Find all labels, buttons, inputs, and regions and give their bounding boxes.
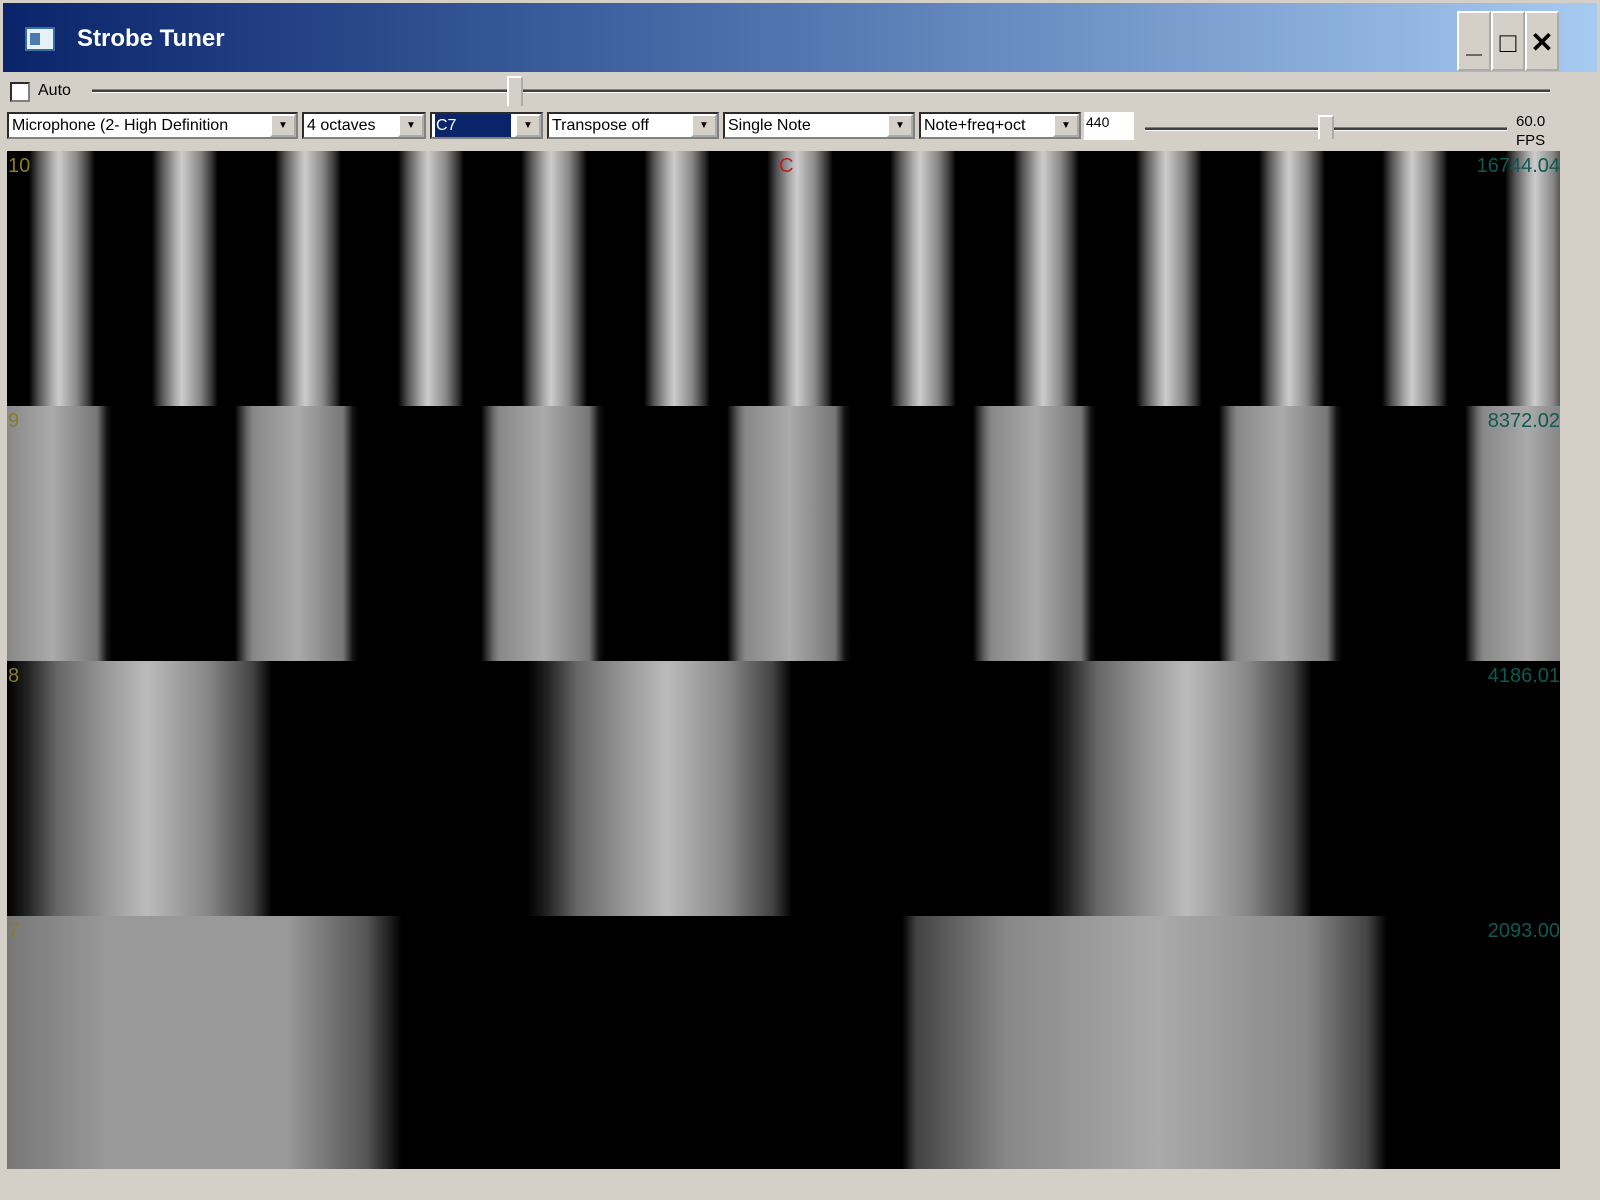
range-value: 4 octaves <box>307 117 376 134</box>
octave-label: 9 <box>8 410 20 432</box>
chevron-down-icon[interactable]: ▼ <box>270 114 296 137</box>
window-title: Strobe Tuner <box>77 25 225 52</box>
chevron-down-icon[interactable]: ▼ <box>515 114 541 137</box>
chevron-down-icon[interactable]: ▼ <box>398 114 424 137</box>
reference-input[interactable]: 440 <box>1084 112 1134 140</box>
strobe-band: 8 4186.01 <box>7 661 1560 916</box>
octave-label: 8 <box>8 665 20 687</box>
mode-value: Single Note <box>728 117 811 134</box>
device-value: Microphone (2- High Definition <box>12 117 229 134</box>
frequency-label: 4186.01 <box>1487 665 1560 687</box>
strobe-band: 7 2093.00 <box>7 916 1560 1169</box>
device-select[interactable]: Microphone (2- High Definition ▼ <box>7 112 298 139</box>
chevron-down-icon[interactable]: ▼ <box>887 114 913 137</box>
note-select[interactable]: C7 ▼ <box>430 112 543 139</box>
chevron-down-icon[interactable]: ▼ <box>691 114 717 137</box>
frequency-label: 16744.04 <box>1476 155 1560 177</box>
frequency-label: 2093.00 <box>1487 920 1560 942</box>
level-slider-track[interactable] <box>92 89 1550 93</box>
display-select[interactable]: Note+freq+oct ▼ <box>919 112 1081 139</box>
level-slider-thumb[interactable] <box>507 76 523 115</box>
fps-slider-thumb[interactable] <box>1318 115 1334 148</box>
minimize-button[interactable]: _ <box>1457 11 1491 71</box>
transpose-value: Transpose off <box>552 117 649 134</box>
note-label: C <box>779 155 794 177</box>
octave-label: 10 <box>8 155 31 177</box>
frequency-label: 8372.02 <box>1487 410 1560 432</box>
fps-unit: FPS <box>1516 132 1546 149</box>
mode-select[interactable]: Single Note ▼ <box>723 112 915 139</box>
fps-readout: 60.0 FPS <box>1516 112 1545 150</box>
strobe-band: 9 8372.02 <box>7 406 1560 661</box>
chevron-down-icon[interactable]: ▼ <box>1053 114 1079 137</box>
maximize-button[interactable]: □ <box>1491 11 1525 71</box>
title-bar: Strobe Tuner _ □ ✕ <box>0 0 1600 72</box>
strobe-band: 10 C 16744.04 <box>7 151 1560 406</box>
close-button[interactable]: ✕ <box>1525 11 1559 71</box>
range-select[interactable]: 4 octaves ▼ <box>302 112 426 139</box>
note-value: C7 <box>434 114 512 137</box>
strobe-display: 10 C 16744.04 9 8372.02 8 4186.01 7 2093… <box>7 151 1560 1169</box>
fps-value: 60.0 <box>1516 113 1546 130</box>
display-value: Note+freq+oct <box>924 117 1026 134</box>
auto-checkbox[interactable] <box>10 82 30 102</box>
auto-label: Auto <box>38 82 71 99</box>
octave-label: 7 <box>8 920 20 942</box>
transpose-select[interactable]: Transpose off ▼ <box>547 112 719 139</box>
app-icon <box>25 27 55 51</box>
